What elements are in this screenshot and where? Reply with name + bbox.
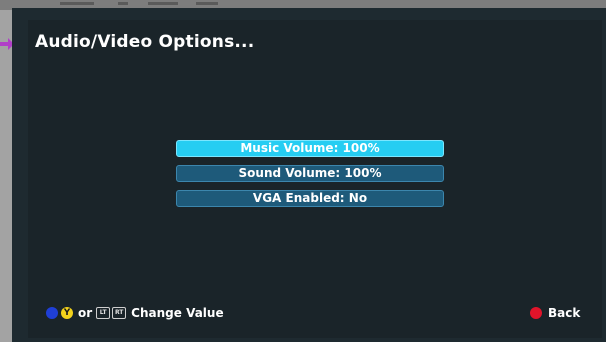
- menu-item-sound-volume[interactable]: Sound Volume: 100%: [176, 165, 444, 182]
- backdrop-dash: [60, 2, 94, 5]
- rt-trigger-icon: RT: [112, 307, 127, 319]
- or-text: or: [78, 306, 93, 320]
- backdrop-dash: [148, 2, 178, 5]
- options-menu: Music Volume: 100% Sound Volume: 100% VG…: [176, 140, 444, 215]
- y-button-icon: Y: [61, 307, 73, 319]
- backdrop-dash: [196, 2, 218, 5]
- change-value-label: Change Value: [131, 306, 224, 320]
- menu-item-vga-enabled[interactable]: VGA Enabled: No: [176, 190, 444, 207]
- back-hint[interactable]: Back: [530, 306, 580, 320]
- menu-item-music-volume[interactable]: Music Volume: 100%: [176, 140, 444, 157]
- page-title: Audio/Video Options...: [35, 32, 255, 52]
- back-label: Back: [548, 306, 581, 320]
- backdrop-dash: [118, 2, 128, 5]
- lt-trigger-icon: LT: [96, 307, 111, 319]
- x-button-icon: [46, 307, 58, 319]
- b-button-icon: [530, 307, 542, 319]
- change-value-hint: Y or LT RT Change Value: [46, 306, 224, 320]
